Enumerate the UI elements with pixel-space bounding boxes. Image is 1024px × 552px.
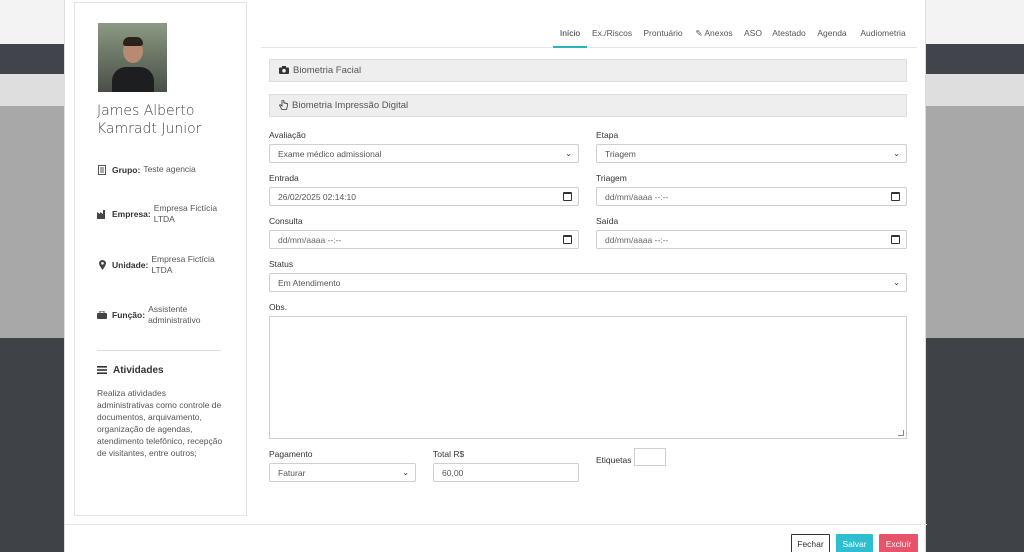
tab-inicio[interactable]: Início xyxy=(553,26,587,48)
biometria-facial-section[interactable]: Biometria Facial xyxy=(269,59,907,82)
grupo-row: Grupo: Teste agencia xyxy=(97,164,242,175)
document-icon xyxy=(97,164,107,175)
chevron-down-icon: ⌄ xyxy=(893,149,900,158)
pagamento-label: Pagamento xyxy=(269,449,313,459)
grupo-label: Grupo: xyxy=(112,164,141,175)
unidade-label: Unidade: xyxy=(112,260,149,270)
biometria-digital-section[interactable]: Biometria Impressão Digital xyxy=(269,94,907,117)
patient-name: James Alberto Kamradt Junior xyxy=(97,103,202,137)
unidade-value: Empresa Fictícia LTDA xyxy=(151,254,215,275)
calendar-icon[interactable] xyxy=(891,192,900,201)
obs-label: Obs. xyxy=(269,302,287,312)
chevron-down-icon: ⌄ xyxy=(893,278,900,287)
total-label: Total R$ xyxy=(433,449,465,459)
profile-panel: James Alberto Kamradt Junior Grupo: Test… xyxy=(74,2,247,516)
etapa-label: Etapa xyxy=(596,130,619,140)
funcao-value: Assistente administrativo xyxy=(148,304,201,325)
unidade-row: Unidade: Empresa Fictícia LTDA xyxy=(97,254,242,276)
calendar-icon[interactable] xyxy=(563,235,572,244)
list-icon xyxy=(97,365,107,376)
consulta-label: Consulta xyxy=(269,216,303,226)
excluir-button[interactable]: Excluir xyxy=(879,534,918,552)
tab-prontuario[interactable]: Prontuário xyxy=(641,26,685,48)
etiquetas-label: Etiquetas xyxy=(596,455,632,465)
consulta-datetime-input[interactable]: dd/mm/aaaa --:-- xyxy=(269,230,579,249)
briefcase-icon xyxy=(97,310,107,320)
salvar-button[interactable]: Salvar xyxy=(836,534,873,552)
avaliacao-label: Avaliação xyxy=(269,130,306,140)
chevron-down-icon: ⌄ xyxy=(565,149,572,158)
chevron-down-icon: ⌄ xyxy=(402,468,409,477)
obs-textarea[interactable] xyxy=(269,316,907,439)
profile-divider xyxy=(97,350,221,351)
empresa-value: Empresa Fictícia LTDA xyxy=(153,203,218,224)
funcao-row: Função: Assistente administrativo xyxy=(97,304,242,326)
calendar-icon[interactable] xyxy=(563,192,572,201)
resize-handle-icon[interactable] xyxy=(898,430,904,436)
pagamento-select[interactable]: Faturar ⌄ xyxy=(269,463,416,482)
empresa-row: Empresa: Empresa Fictícia LTDA xyxy=(97,203,242,225)
empresa-label: Empresa: xyxy=(112,209,151,219)
camera-icon xyxy=(279,65,289,76)
industry-icon xyxy=(97,209,107,219)
hand-pointer-icon xyxy=(279,99,288,112)
triagem-datetime-input[interactable]: dd/mm/aaaa --:-- xyxy=(596,187,907,206)
saida-datetime-input[interactable]: dd/mm/aaaa --:-- xyxy=(596,230,907,249)
fechar-button[interactable]: Fechar xyxy=(791,534,830,552)
entrada-label: Entrada xyxy=(269,173,299,183)
etiquetas-input[interactable] xyxy=(634,448,666,466)
atividades-heading: Atividades xyxy=(97,365,164,376)
tab-aso[interactable]: ASO xyxy=(743,26,763,48)
calendar-icon[interactable] xyxy=(891,235,900,244)
entrada-datetime-input[interactable]: 26/02/2025 02:14:10 xyxy=(269,187,579,206)
tab-atestado[interactable]: Atestado xyxy=(771,26,807,48)
atividades-text: Realiza atividades administrativas como … xyxy=(97,388,223,458)
tab-agenda[interactable]: Agenda xyxy=(816,26,848,48)
map-marker-icon xyxy=(97,260,107,270)
profile-photo xyxy=(98,23,167,92)
funcao-label: Função: xyxy=(112,310,146,320)
tab-bar: Início Ex./Riscos Prontuário ✎ Anexos AS… xyxy=(261,26,917,48)
status-label: Status xyxy=(269,259,294,269)
total-input[interactable]: 60,00 xyxy=(433,463,579,482)
grupo-value: Teste agencia xyxy=(143,164,196,174)
status-select[interactable]: Em Atendimento ⌄ xyxy=(269,273,907,292)
tab-anexos[interactable]: ✎ Anexos xyxy=(694,26,734,48)
tab-exriscos[interactable]: Ex./Riscos xyxy=(592,26,632,48)
tab-audiometria[interactable]: Audiometria xyxy=(857,26,909,48)
saida-label: Saída xyxy=(596,216,619,226)
etapa-select[interactable]: Triagem ⌄ xyxy=(596,144,907,163)
patient-modal: James Alberto Kamradt Junior Grupo: Test… xyxy=(64,0,927,552)
avaliacao-select[interactable]: Exame médico admissional ⌄ xyxy=(269,144,579,163)
modal-footer-divider xyxy=(65,524,927,525)
triagem-label: Triagem xyxy=(596,173,627,183)
